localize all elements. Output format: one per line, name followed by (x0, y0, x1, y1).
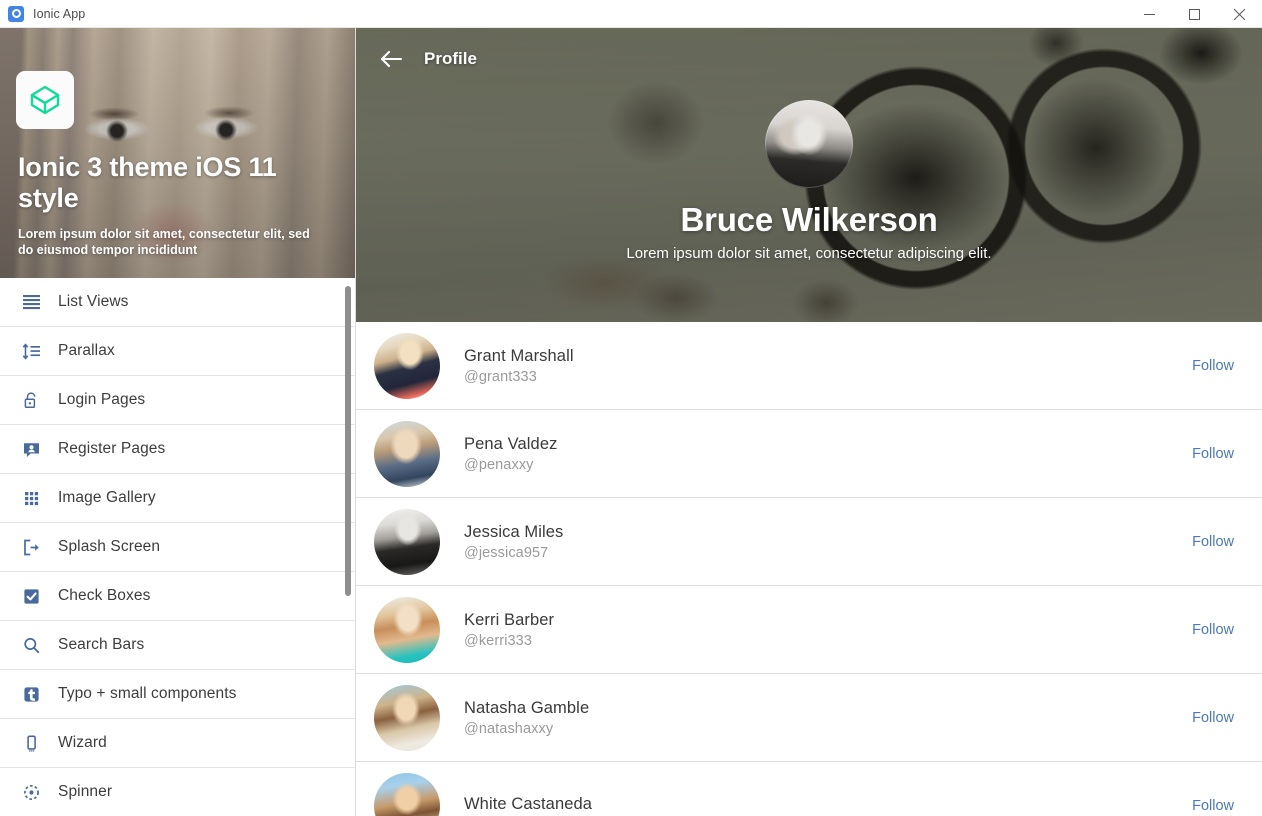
avatar (374, 596, 440, 663)
list-item-name: Natasha Gamble (464, 698, 590, 717)
grid-dots-icon (18, 485, 44, 511)
window-titlebar: Ionic App (0, 0, 1262, 28)
list-item-handle: @penaxxy (464, 456, 534, 473)
maximize-button[interactable] (1172, 0, 1217, 28)
ionic-app-icon (8, 5, 24, 22)
app-logo (16, 71, 74, 129)
sidebar-item-list-views[interactable]: List Views (0, 278, 355, 327)
sidebar-item-spinner[interactable]: Spinner (0, 768, 355, 816)
sidebar-item-typo-small-components[interactable]: Typo + small components (0, 670, 355, 719)
sidebar-menu: List Views Parallax Login Pages Register… (0, 278, 355, 816)
list-item-name: White Castaneda (464, 794, 593, 813)
list-item-handle: @natashaxxy (464, 720, 554, 737)
profile-name: Bruce Wilkerson (680, 201, 938, 238)
window-controls (1127, 0, 1262, 28)
sort-amount-icon (18, 338, 44, 364)
tumblr-icon (18, 681, 44, 707)
close-button[interactable] (1217, 0, 1262, 28)
list-item-handle: @jessica957 (464, 544, 549, 561)
checkbox-checked-icon (18, 583, 44, 609)
sidebar-item-search-bars[interactable]: Search Bars (0, 621, 355, 670)
sidebar-scrollbar[interactable] (345, 278, 351, 816)
list-item-text: White Castaneda (464, 795, 1192, 816)
sidebar-item-label: Wizard (58, 734, 107, 751)
profile-subtitle: Lorem ipsum dolor sit amet, consectetur … (626, 245, 992, 262)
main-content: Profile Bruce Wilkerson Lorem ipsum dolo… (356, 28, 1262, 816)
sidebar-item-label: List Views (58, 293, 129, 310)
list-item[interactable]: Grant Marshall @grant333 Follow (356, 322, 1262, 410)
list-item-text: Pena Valdez @penaxxy (464, 435, 1192, 473)
maximize-icon (1189, 8, 1200, 20)
sidebar-item-login-pages[interactable]: Login Pages (0, 376, 355, 425)
sidebar-item-parallax[interactable]: Parallax (0, 327, 355, 376)
sidebar-header-title: Ionic 3 theme iOS 11 style (18, 151, 277, 214)
mobile-phone-icon (18, 730, 44, 756)
sidebar-item-label: Login Pages (58, 391, 146, 408)
follow-button[interactable]: Follow (1192, 710, 1246, 726)
back-button[interactable] (374, 42, 408, 76)
sidebar-item-register-pages[interactable]: Register Pages (0, 425, 355, 474)
sidebar-item-label: Search Bars (58, 636, 145, 653)
follow-button[interactable]: Follow (1192, 446, 1246, 462)
list-item-text: Kerri Barber @kerri333 (464, 611, 1192, 649)
sidebar-item-label: Splash Screen (58, 538, 161, 555)
list-item-name: Grant Marshall (464, 346, 574, 365)
list-icon (18, 289, 44, 315)
follow-button[interactable]: Follow (1192, 798, 1246, 814)
window-title: Ionic App (33, 6, 86, 21)
followers-list: Grant Marshall @grant333 Follow Pena Val… (356, 322, 1262, 816)
sidebar: Ionic 3 theme iOS 11 style Lorem ipsum d… (0, 28, 356, 816)
profile-banner: Profile Bruce Wilkerson Lorem ipsum dolo… (356, 28, 1262, 322)
profile-avatar[interactable] (765, 100, 853, 188)
spinner-icon (18, 779, 44, 805)
sidebar-item-splash-screen[interactable]: Splash Screen (0, 523, 355, 572)
sidebar-item-label: Check Boxes (58, 587, 151, 604)
page-title: Profile (424, 49, 477, 68)
list-item-handle: @kerri333 (464, 632, 533, 649)
sidebar-item-wizard[interactable]: Wizard (0, 719, 355, 768)
sidebar-item-label: Register Pages (58, 440, 166, 457)
avatar (374, 772, 440, 816)
ionic-logo-icon (30, 85, 60, 115)
list-item[interactable]: Jessica Miles @jessica957 Follow (356, 498, 1262, 586)
follow-button[interactable]: Follow (1192, 622, 1246, 638)
close-icon (1234, 8, 1245, 20)
sidebar-item-image-gallery[interactable]: Image Gallery (0, 474, 355, 523)
minimize-button[interactable] (1127, 0, 1172, 28)
minimize-icon (1144, 13, 1155, 15)
avatar (374, 332, 440, 399)
sidebar-item-label: Parallax (58, 342, 115, 359)
follow-button[interactable]: Follow (1192, 534, 1246, 550)
search-icon (18, 632, 44, 658)
avatar (374, 684, 440, 751)
list-item[interactable]: White Castaneda Follow (356, 762, 1262, 816)
back-arrow-icon (380, 50, 403, 68)
sidebar-item-label: Spinner (58, 783, 113, 800)
list-item[interactable]: Pena Valdez @penaxxy Follow (356, 410, 1262, 498)
list-item-text: Grant Marshall @grant333 (464, 347, 1192, 385)
list-item[interactable]: Kerri Barber @kerri333 Follow (356, 586, 1262, 674)
list-item-handle: @grant333 (464, 368, 537, 385)
logout-arrow-icon (18, 534, 44, 560)
sidebar-scrollbar-thumb[interactable] (345, 286, 351, 596)
profile-navbar: Profile (374, 42, 477, 76)
list-item[interactable]: Natasha Gamble @natashaxxy Follow (356, 674, 1262, 762)
sidebar-item-check-boxes[interactable]: Check Boxes (0, 572, 355, 621)
avatar (374, 420, 440, 487)
list-item-text: Natasha Gamble @natashaxxy (464, 699, 1192, 737)
unlock-icon (18, 387, 44, 413)
list-item-text: Jessica Miles @jessica957 (464, 523, 1192, 561)
profile-summary: Bruce Wilkerson Lorem ipsum dolor sit am… (356, 100, 1262, 262)
sidebar-item-label: Typo + small components (58, 685, 237, 702)
sidebar-item-label: Image Gallery (58, 489, 156, 506)
avatar (374, 508, 440, 575)
list-item-name: Jessica Miles (464, 522, 564, 541)
user-comment-icon (18, 436, 44, 462)
sidebar-header-subtitle: Lorem ipsum dolor sit amet, consectetur … (18, 226, 310, 257)
follow-button[interactable]: Follow (1192, 358, 1246, 374)
list-item-name: Kerri Barber (464, 610, 555, 629)
sidebar-header: Ionic 3 theme iOS 11 style Lorem ipsum d… (0, 28, 355, 278)
list-item-name: Pena Valdez (464, 434, 558, 453)
